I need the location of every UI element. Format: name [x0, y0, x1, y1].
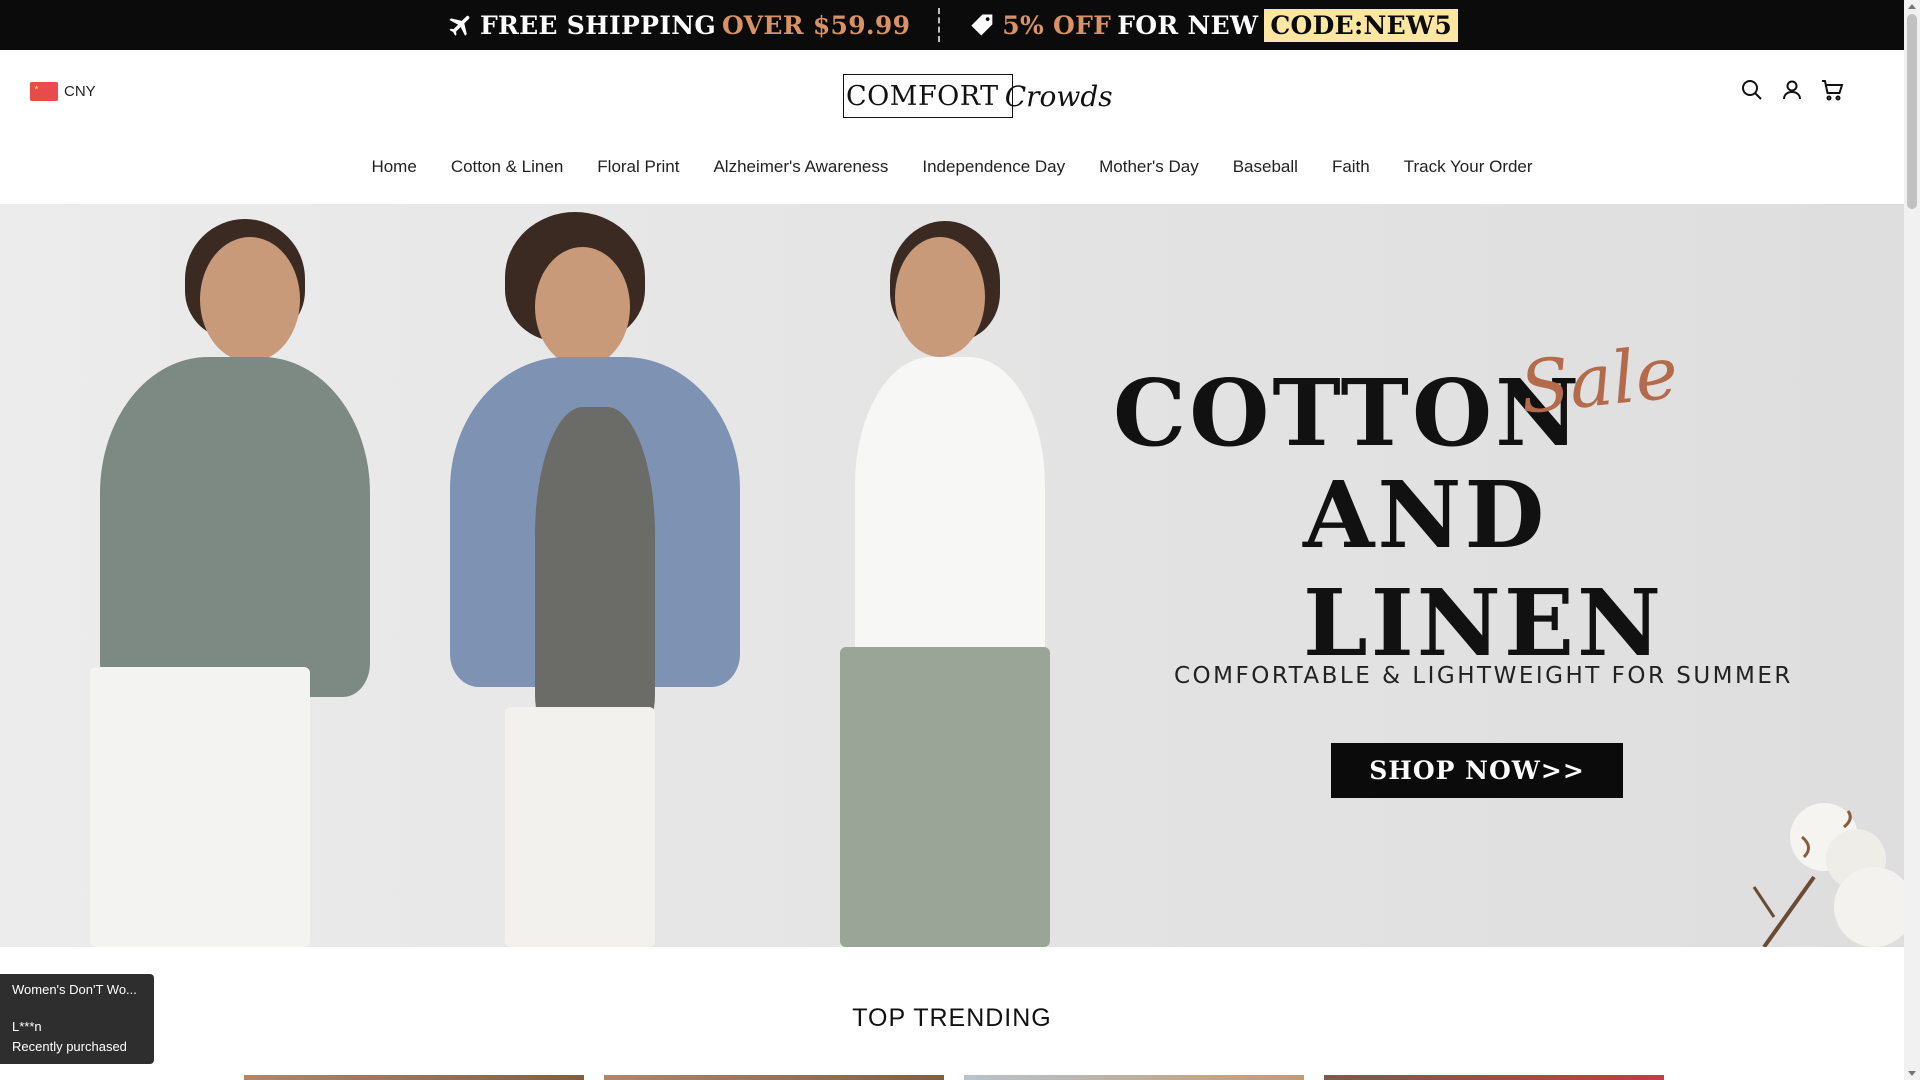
- nav-item-faith[interactable]: Faith: [1315, 157, 1387, 177]
- china-flag-icon: [30, 82, 58, 101]
- header-actions: [1740, 78, 1844, 102]
- site-logo[interactable]: COMFORT Crowds: [843, 72, 1113, 120]
- nav-item-home[interactable]: Home: [354, 157, 433, 177]
- nav-item-baseball[interactable]: Baseball: [1216, 157, 1315, 177]
- currency-selector[interactable]: CNY: [30, 82, 96, 101]
- cart-icon[interactable]: [1820, 78, 1844, 102]
- nav-item-cotton-linen[interactable]: Cotton & Linen: [434, 157, 580, 177]
- nav-item-floral-print[interactable]: Floral Print: [580, 157, 696, 177]
- popup-customer: L***n: [12, 1019, 42, 1034]
- discount-text: FOR NEW: [1117, 10, 1259, 40]
- main-nav: Home Cotton & Linen Floral Print Alzheim…: [0, 157, 1904, 177]
- model-head: [200, 237, 300, 362]
- product-card[interactable]: [604, 1075, 944, 1080]
- account-icon[interactable]: [1780, 78, 1804, 102]
- product-card[interactable]: [1324, 1075, 1664, 1080]
- hero-model-2: [440, 207, 750, 947]
- site-header: CNY COMFORT Crowds Home Cotton & Linen F…: [0, 50, 1904, 204]
- airplane-icon: [446, 10, 476, 40]
- shipping-promo: FREE SHIPPING OVER $59.99: [446, 10, 910, 40]
- currency-label: CNY: [64, 83, 96, 100]
- product-card[interactable]: [964, 1075, 1304, 1080]
- discount-promo: 5% OFF FOR NEW CODE:NEW5: [968, 8, 1459, 42]
- nav-item-mothers-day[interactable]: Mother's Day: [1082, 157, 1216, 177]
- cotton-flower-image: [1744, 767, 1904, 947]
- hero-banner[interactable]: COTTON Sale AND LINEN COMFORTABLE & LIGH…: [0, 204, 1904, 947]
- announcement-bar[interactable]: FREE SHIPPING OVER $59.99 5% OFF FOR NEW…: [0, 0, 1904, 50]
- divider: [938, 8, 941, 42]
- model-tunic: [535, 407, 655, 727]
- logo-word-2: Crowds: [1004, 79, 1113, 113]
- recent-purchase-popup[interactable]: Women's Don'T Wo... L***n Recently purch…: [0, 974, 154, 1064]
- hero-title-line-2: AND LINEN: [1303, 461, 1665, 677]
- search-icon[interactable]: [1740, 78, 1764, 102]
- scrollbar-thumb[interactable]: [1907, 14, 1917, 209]
- model-tank: [855, 357, 1045, 677]
- hero-title-line-1: COTTON: [1113, 359, 1583, 467]
- hero-subtitle: COMFORTABLE & LIGHTWEIGHT FOR SUMMER: [1174, 663, 1793, 689]
- model-head: [895, 237, 985, 357]
- shipping-amount: OVER $59.99: [722, 10, 911, 40]
- hero-script-text: Sale: [1516, 329, 1682, 431]
- logo-word-1: COMFORT: [846, 80, 999, 112]
- nav-item-track-order[interactable]: Track Your Order: [1387, 157, 1550, 177]
- model-head: [535, 247, 630, 367]
- nav-item-alzheimers-awareness[interactable]: Alzheimer's Awareness: [696, 157, 905, 177]
- tag-icon: [968, 10, 998, 40]
- popup-status: Recently purchased: [12, 1039, 127, 1054]
- shipping-lead: FREE SHIPPING: [479, 10, 717, 40]
- product-card[interactable]: [244, 1075, 584, 1080]
- nav-item-independence-day[interactable]: Independence Day: [905, 157, 1082, 177]
- page-scrollbar[interactable]: [1904, 0, 1920, 1080]
- hero-model-3: [800, 207, 1080, 947]
- discount-amount: 5% OFF: [1002, 10, 1112, 40]
- hero-model-1: [60, 207, 380, 947]
- section-title-top-trending: TOP TRENDING: [852, 1004, 1052, 1032]
- trending-product-row: [244, 1075, 1664, 1080]
- shop-now-button[interactable]: SHOP NOW>>: [1331, 743, 1623, 798]
- model-pants: [90, 667, 310, 947]
- popup-product-name: Women's Don'T Wo...: [12, 982, 137, 997]
- model-pants: [840, 647, 1050, 947]
- model-top: [100, 357, 370, 697]
- page: FREE SHIPPING OVER $59.99 5% OFF FOR NEW…: [0, 0, 1904, 1080]
- scroll-down-arrow-icon[interactable]: [1908, 1071, 1916, 1076]
- promo-code: CODE:NEW5: [1264, 8, 1459, 42]
- scroll-up-arrow-icon[interactable]: [1908, 4, 1916, 9]
- model-pants: [505, 707, 655, 947]
